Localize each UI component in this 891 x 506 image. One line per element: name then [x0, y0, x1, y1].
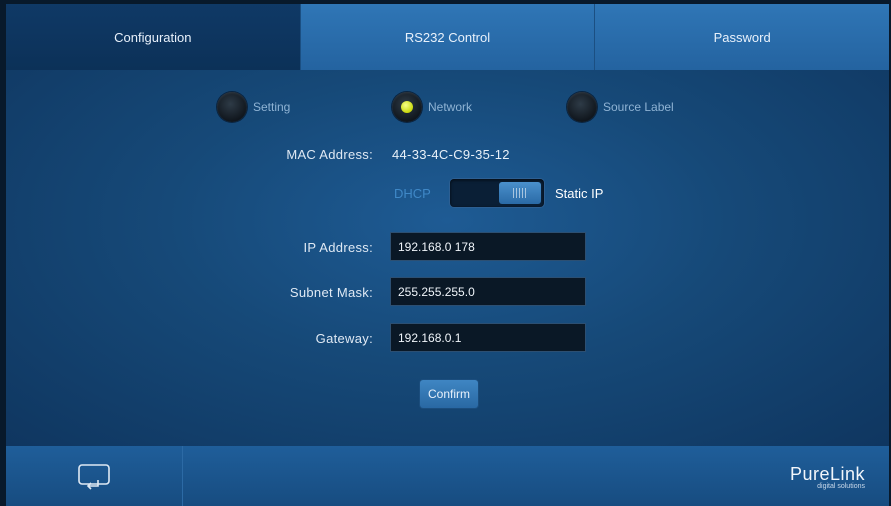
ip-address-label: IP Address: — [303, 240, 373, 255]
radio-source-label[interactable]: Source Label — [567, 92, 674, 122]
radio-setting-label: Setting — [253, 100, 291, 114]
ip-address-input[interactable]: 192.168.0 178 — [390, 232, 586, 261]
tab-password[interactable]: Password — [595, 4, 890, 70]
app-frame: Configuration RS232 Control Password Set… — [0, 0, 891, 506]
subnet-mask-input[interactable]: 255.255.255.0 — [390, 277, 586, 306]
purelink-logo: PureLink digital solutions — [790, 464, 865, 490]
mac-address-label: MAC Address: — [286, 147, 373, 162]
radio-source-label-label: Source Label — [603, 100, 674, 114]
radio-network-label: Network — [428, 100, 473, 114]
config-panel: Setting Network Source Label MAC Address… — [6, 70, 889, 446]
tab-bar: Configuration RS232 Control Password — [6, 4, 890, 70]
tab-rs232-control[interactable]: RS232 Control — [300, 4, 596, 70]
dhcp-static-toggle[interactable] — [450, 179, 544, 207]
dhcp-label: DHCP — [394, 186, 431, 201]
static-ip-label: Static IP — [555, 186, 604, 201]
grip-icon — [513, 188, 527, 198]
confirm-button[interactable]: Confirm — [420, 380, 478, 408]
tab-configuration[interactable]: Configuration — [6, 4, 301, 70]
radio-network[interactable]: Network — [392, 92, 472, 122]
brand-name: PureLink — [789, 464, 865, 484]
radio-indicator — [392, 92, 422, 122]
screen-return-button[interactable] — [6, 446, 183, 506]
radio-selected-dot — [401, 101, 413, 113]
subnet-mask-label: Subnet Mask: — [289, 285, 373, 300]
footer-bar: PureLink digital solutions — [6, 446, 889, 506]
mac-address-value: 44-33-4C-C9-35-12 — [392, 147, 510, 162]
toggle-knob[interactable] — [499, 182, 541, 204]
radio-indicator — [567, 92, 597, 122]
screen-return-icon — [78, 464, 110, 490]
radio-setting[interactable]: Setting — [217, 92, 290, 122]
gateway-label: Gateway: — [315, 331, 373, 346]
gateway-input[interactable]: 192.168.0.1 — [390, 323, 586, 352]
radio-indicator — [217, 92, 247, 122]
